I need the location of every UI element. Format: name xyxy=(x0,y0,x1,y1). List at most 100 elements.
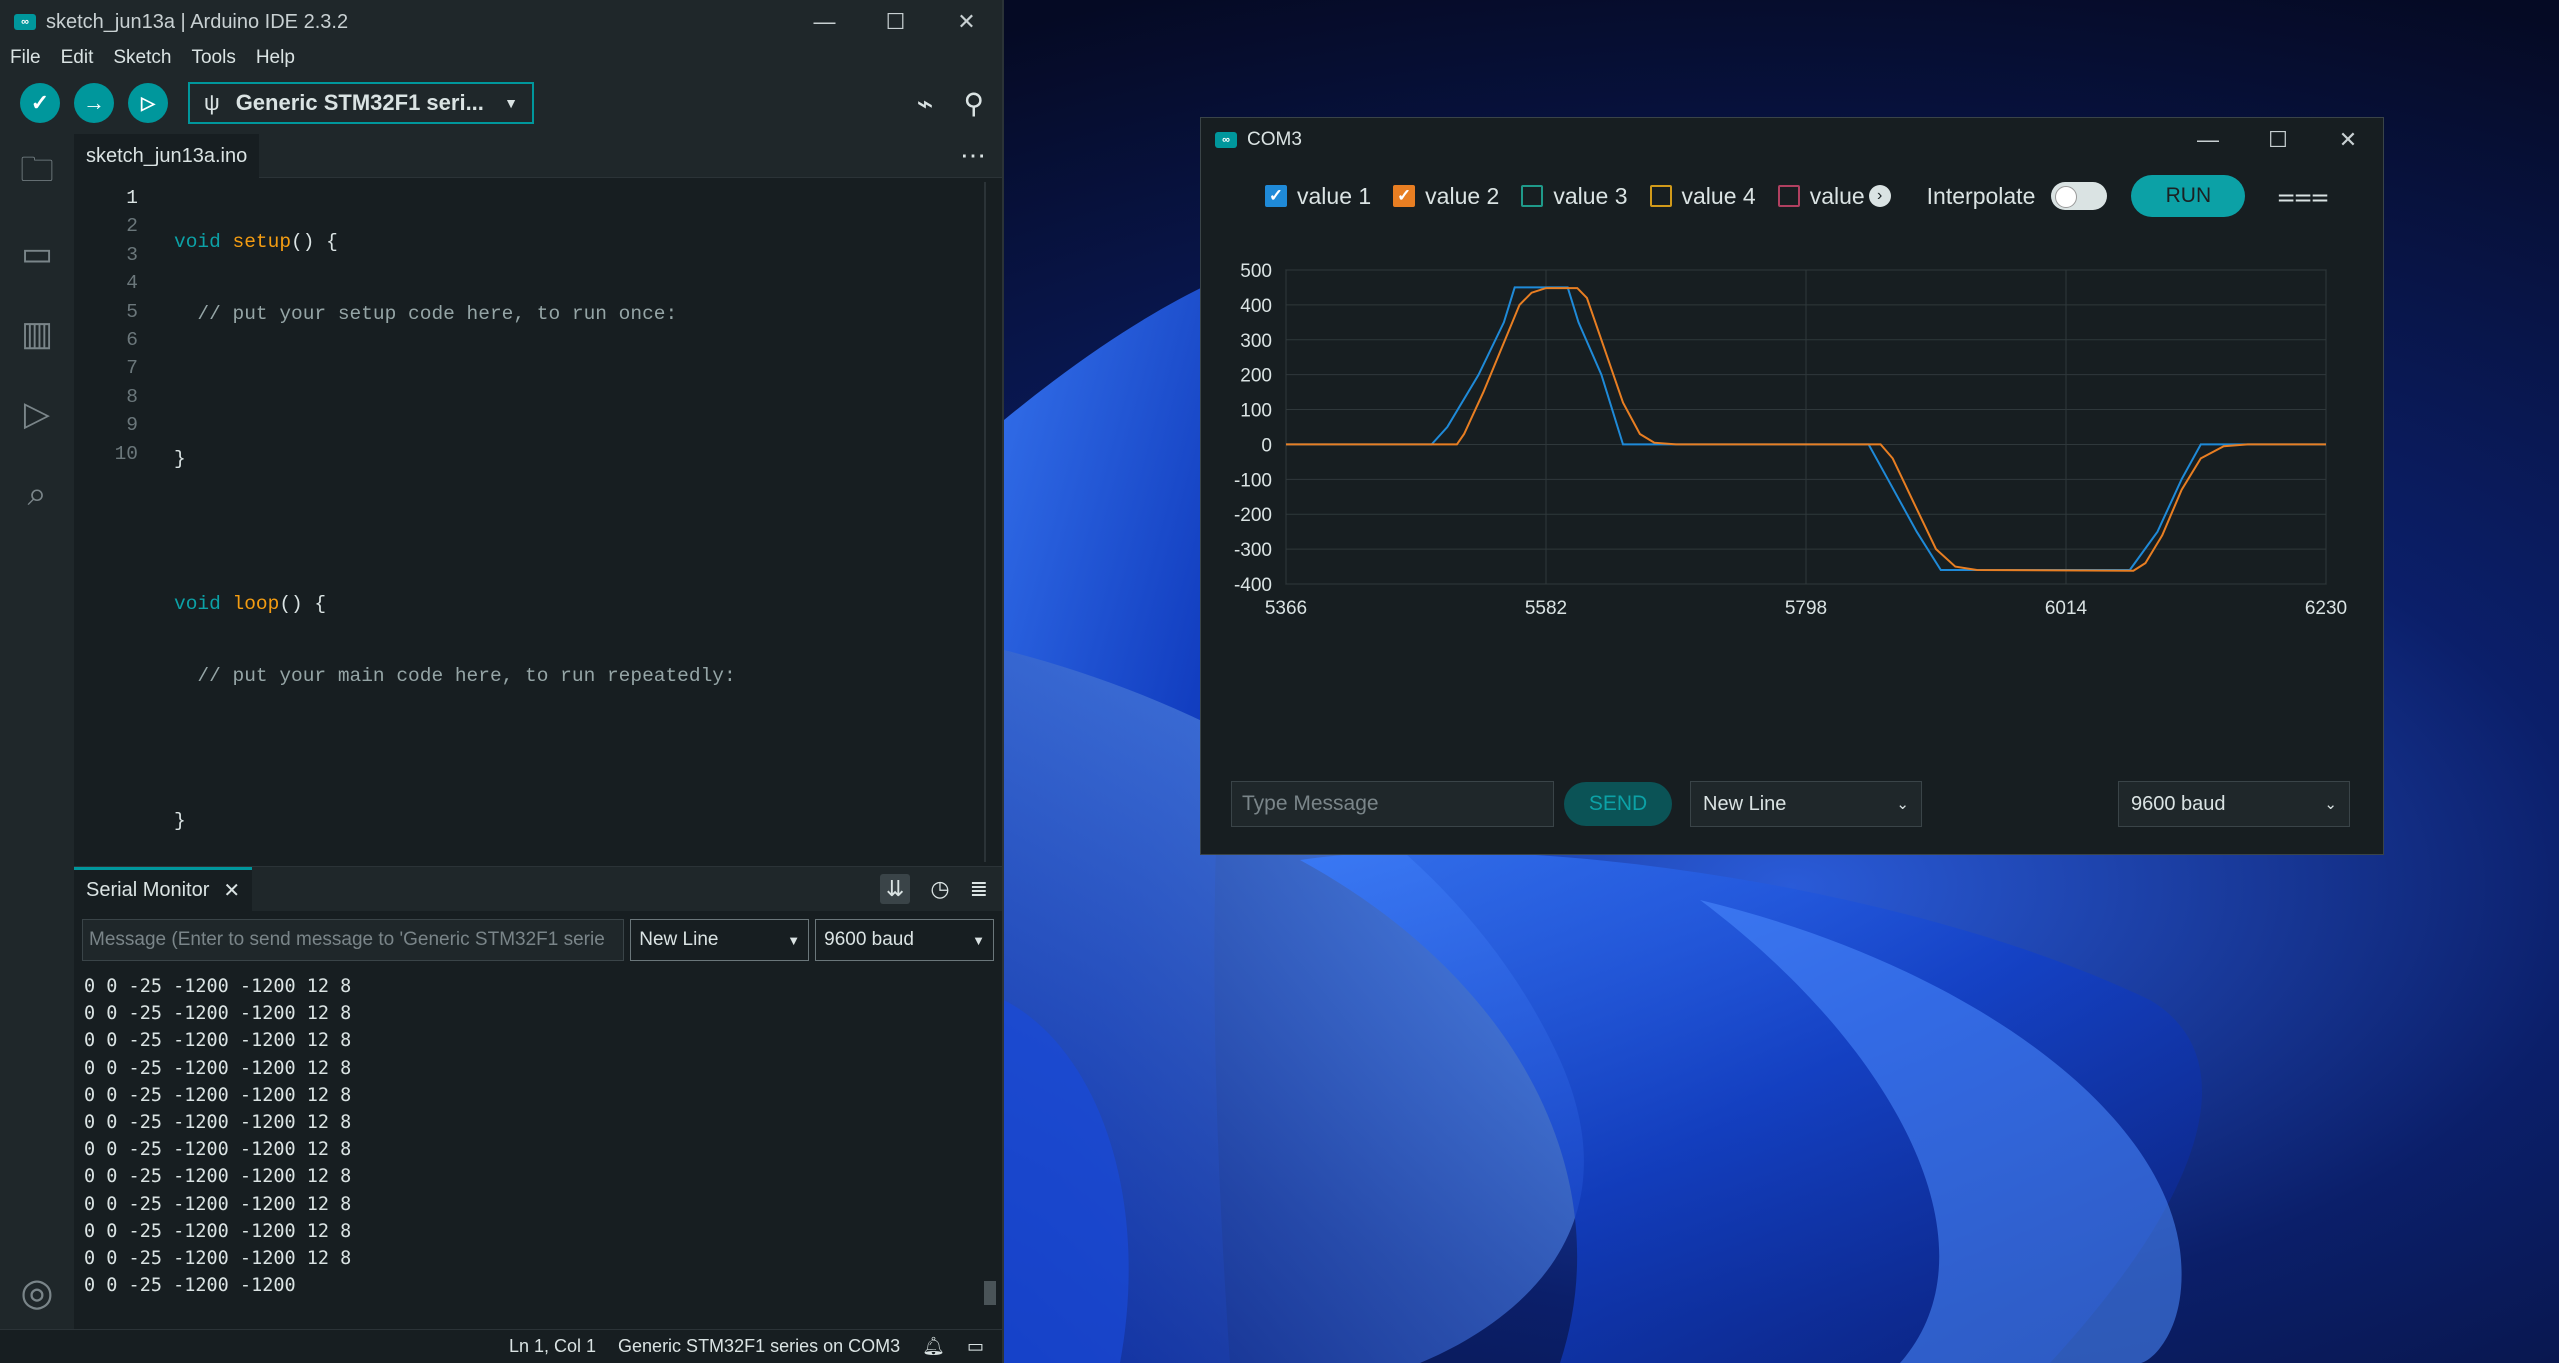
editor-tabbar: sketch_jun13a.ino ⋯ xyxy=(74,133,1002,178)
menu-edit[interactable]: Edit xyxy=(61,47,94,69)
window-title: sketch_jun13a | Arduino IDE 2.3.2 xyxy=(46,10,349,33)
serial-output-line: 0 0 -25 -1200 -1200 12 8 xyxy=(84,976,352,997)
series-checkbox-5[interactable]: value xyxy=(1777,182,1865,210)
line-ending-select[interactable]: New Line ▼ xyxy=(630,919,810,961)
plotter-bottom-bar: Type Message SEND New Line ⌄ 9600 baud ⌄ xyxy=(1231,781,2350,827)
series-checkbox-4[interactable]: value 4 xyxy=(1649,182,1756,210)
tab-sketch[interactable]: sketch_jun13a.ino xyxy=(74,133,260,178)
serial-output-line: 0 0 -25 -1200 -1200 12 8 xyxy=(84,1166,352,1188)
serial-plotter-window: ∞ COM3 — ☐ ✕ ✓ value 1 ✓ value 2 value 3… xyxy=(1200,117,2384,855)
menu-tools[interactable]: Tools xyxy=(191,47,235,69)
baud-select[interactable]: 9600 baud ▼ xyxy=(815,919,994,961)
close-button[interactable]: ✕ xyxy=(931,0,1002,44)
series-checkbox-1[interactable]: ✓ value 1 xyxy=(1265,183,1371,210)
y-tick-label: 300 xyxy=(1240,331,1272,352)
debug-button[interactable]: ▷ xyxy=(128,83,168,123)
run-button[interactable]: RUN xyxy=(2131,175,2246,217)
plotter-baud-select[interactable]: 9600 baud ⌄ xyxy=(2118,781,2350,827)
serial-monitor-header: Serial Monitor ✕ ⇊ ◷ ≣ xyxy=(74,867,1002,911)
boards-manager-icon[interactable]: ▭ xyxy=(0,214,74,294)
plotter-line-ending-select[interactable]: New Line ⌄ xyxy=(1690,781,1922,827)
menu-file[interactable]: File xyxy=(10,47,41,69)
maximize-button[interactable]: ☐ xyxy=(2243,118,2313,162)
checkbox-checked-icon[interactable]: ✓ xyxy=(1265,185,1287,207)
checkbox-unchecked-icon[interactable] xyxy=(1777,185,1800,207)
y-tick-label: 500 xyxy=(1240,261,1272,282)
clear-plot-icon[interactable]: ⩶ xyxy=(2277,179,2328,213)
serial-plotter-icon[interactable]: ⌁ xyxy=(917,87,934,120)
serial-monitor-icon[interactable]: ⚲ xyxy=(963,87,984,120)
series-label: value 2 xyxy=(1425,182,1500,209)
y-tick-label: 400 xyxy=(1240,296,1272,317)
upload-button[interactable]: → xyxy=(74,83,114,123)
x-tick-label: 5582 xyxy=(1525,598,1567,619)
send-button[interactable]: SEND xyxy=(1564,782,1672,826)
line-ending-value: New Line xyxy=(639,929,719,950)
serial-scrollbar[interactable] xyxy=(984,1281,996,1305)
autoscroll-icon[interactable]: ⇊ xyxy=(879,874,911,904)
menu-help[interactable]: Help xyxy=(256,47,295,69)
folder-icon[interactable]: 🗀 xyxy=(0,134,74,214)
cursor-position[interactable]: Ln 1, Col 1 xyxy=(509,1336,596,1357)
activity-sidebar: 🗀 ▭ ▥ ▷ ⌕ ◎ xyxy=(0,134,74,1363)
line-numbers: 1 2 3 4 5 6 7 8 9 10 xyxy=(74,184,174,952)
plotter-title: COM3 xyxy=(1247,129,1302,150)
serial-monitor-title: Serial Monitor xyxy=(86,879,210,901)
y-tick-label: -100 xyxy=(1234,470,1272,491)
serial-output-line: 0 0 -25 -1200 -1200 12 8 xyxy=(84,1057,352,1079)
account-icon[interactable]: ◎ xyxy=(0,1270,74,1315)
check-icon: ✓ xyxy=(30,90,50,115)
series-label: value 4 xyxy=(1681,182,1756,209)
debug-icon[interactable]: ▷ xyxy=(0,374,74,454)
clear-output-icon[interactable]: ≣ xyxy=(970,876,988,902)
scroll-right-icon[interactable]: › xyxy=(1868,185,1891,207)
minimize-button[interactable]: — xyxy=(789,0,860,44)
serial-output: 0 0 -25 -1200 -1200 12 8 0 0 -25 -1200 -1… xyxy=(74,961,1002,1299)
checkbox-checked-icon[interactable]: ✓ xyxy=(1393,185,1416,207)
board-name: Generic STM32F1 seri... xyxy=(235,90,484,115)
board-port-status[interactable]: Generic STM32F1 series on COM3 xyxy=(618,1336,900,1357)
plotter-titlebar: ∞ COM3 — ☐ ✕ xyxy=(1201,118,2383,162)
more-icon[interactable]: ⋯ xyxy=(960,140,986,171)
arduino-ide-window: ∞ sketch_jun13a | Arduino IDE 2.3.2 — ☐ … xyxy=(0,0,1004,1363)
series-checkbox-2[interactable]: ✓ value 2 xyxy=(1393,183,1499,210)
close-icon[interactable]: ✕ xyxy=(223,878,240,903)
maximize-button[interactable]: ☐ xyxy=(860,0,931,44)
baud-value: 9600 baud xyxy=(824,929,914,950)
library-icon[interactable]: ▥ xyxy=(0,294,74,374)
code-editor[interactable]: sketch_jun13a.ino ⋯ 1 2 3 4 5 6 7 8 9 10… xyxy=(74,133,1002,866)
menu-sketch[interactable]: Sketch xyxy=(113,47,171,69)
chevron-down-icon: ⌄ xyxy=(2324,796,2337,813)
checkbox-unchecked-icon[interactable] xyxy=(1521,185,1544,207)
plotter-controls: ✓ value 1 ✓ value 2 value 3 value 4 valu… xyxy=(1201,162,2383,230)
board-selector[interactable]: ψ Generic STM32F1 seri... ▼ xyxy=(188,82,534,124)
y-tick-label: -300 xyxy=(1234,540,1272,561)
editor-scrollbar[interactable] xyxy=(984,182,986,862)
close-button[interactable]: ✕ xyxy=(2313,118,2383,162)
checkbox-unchecked-icon[interactable] xyxy=(1649,185,1672,207)
interpolate-toggle[interactable] xyxy=(2051,182,2108,210)
timestamp-icon[interactable]: ◷ xyxy=(930,876,949,902)
ide-titlebar: ∞ sketch_jun13a | Arduino IDE 2.3.2 — ☐ … xyxy=(0,0,1002,44)
plotter-message-input[interactable]: Type Message xyxy=(1231,781,1554,827)
minimize-button[interactable]: — xyxy=(2173,118,2243,162)
serial-output-line: 0 0 -25 -1200 -1200 12 8 xyxy=(84,1003,352,1025)
caret-down-icon: ▼ xyxy=(504,95,518,111)
debug-play-icon: ▷ xyxy=(141,92,155,113)
code-lines[interactable]: void setup() { // put your setup code he… xyxy=(174,184,1002,952)
search-icon[interactable]: ⌕ xyxy=(0,454,74,534)
tab-serial-monitor[interactable]: Serial Monitor ✕ xyxy=(74,867,253,911)
arduino-logo-icon: ∞ xyxy=(1215,132,1237,148)
serial-message-input[interactable]: Message (Enter to send message to 'Gener… xyxy=(82,919,625,961)
verify-button[interactable]: ✓ xyxy=(20,83,60,123)
arduino-logo-icon: ∞ xyxy=(14,14,36,30)
usb-icon: ψ xyxy=(204,90,220,115)
bell-icon[interactable]: 🔔︎ xyxy=(922,1336,945,1357)
serial-output-line: 0 0 -25 -1200 -1200 12 8 xyxy=(84,1111,352,1133)
x-tick-label: 6230 xyxy=(2305,598,2347,619)
line-ending-value: New Line xyxy=(1703,792,1787,815)
series-label: value xyxy=(1809,182,1865,209)
series-label: value 1 xyxy=(1297,182,1372,209)
series-checkbox-3[interactable]: value 3 xyxy=(1521,183,1628,210)
panel-toggle-icon[interactable]: ▭ xyxy=(967,1336,984,1357)
